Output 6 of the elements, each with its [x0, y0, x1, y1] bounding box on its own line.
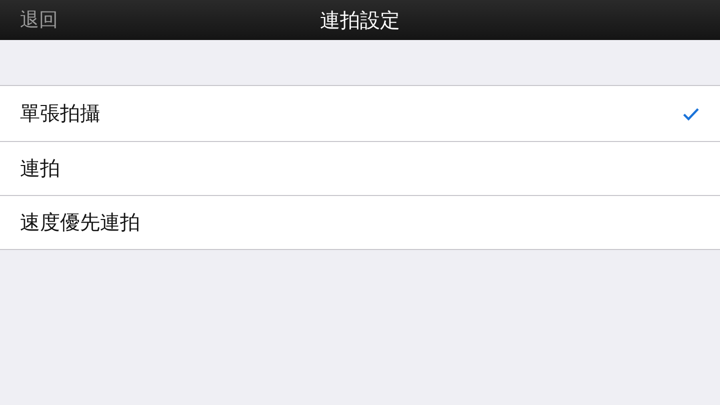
option-row[interactable]: 速度優先連拍	[0, 195, 720, 249]
option-row[interactable]: 連拍	[0, 141, 720, 195]
nav-title: 連拍設定	[320, 6, 400, 34]
checkmark-icon	[682, 106, 700, 120]
option-row[interactable]: 單張拍攝	[0, 86, 720, 141]
back-button[interactable]: 退回	[20, 7, 58, 33]
